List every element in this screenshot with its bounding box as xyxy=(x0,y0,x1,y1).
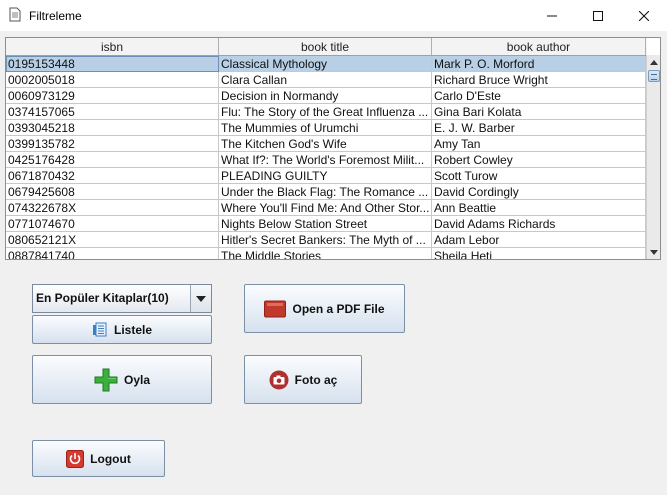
cell-author[interactable]: Robert Cowley xyxy=(432,152,646,168)
cell-isbn[interactable]: 0393045218 xyxy=(6,120,219,136)
logout-label: Logout xyxy=(90,451,131,466)
table-row[interactable]: 0887841740 The Middle Stories Sheila Het… xyxy=(6,248,646,259)
cell-author[interactable]: Adam Lebor xyxy=(432,232,646,248)
cell-author[interactable]: Ann Beattie xyxy=(432,200,646,216)
cell-author[interactable]: David Cordingly xyxy=(432,184,646,200)
cell-author[interactable]: Gina Bari Kolata xyxy=(432,104,646,120)
cell-title[interactable]: Nights Below Station Street xyxy=(219,216,432,232)
cell-author[interactable]: Sheila Heti xyxy=(432,248,646,259)
cell-isbn[interactable]: 080652121X xyxy=(6,232,219,248)
table-row[interactable]: 0060973129 Decision in Normandy Carlo D'… xyxy=(6,88,646,104)
power-icon xyxy=(66,449,85,468)
maximize-button[interactable] xyxy=(575,0,621,31)
scroll-down-button[interactable] xyxy=(647,245,660,259)
cell-isbn[interactable]: 0002005018 xyxy=(6,72,219,88)
table-row[interactable]: 0771074670 Nights Below Station Street D… xyxy=(6,216,646,232)
cell-isbn[interactable]: 0060973129 xyxy=(6,88,219,104)
cell-title[interactable]: The Mummies of Urumchi xyxy=(219,120,432,136)
minimize-button[interactable] xyxy=(529,0,575,31)
cell-author[interactable]: Scott Turow xyxy=(432,168,646,184)
table-row[interactable]: 0425176428 What If?: The World's Foremos… xyxy=(6,152,646,168)
cell-title[interactable]: Hitler's Secret Bankers: The Myth of ... xyxy=(219,232,432,248)
table-row[interactable]: 0399135782 The Kitchen God's Wife Amy Ta… xyxy=(6,136,646,152)
cell-isbn[interactable]: 0671870432 xyxy=(6,168,219,184)
vertical-scrollbar[interactable] xyxy=(646,55,660,259)
cell-title[interactable]: Clara Callan xyxy=(219,72,432,88)
open-pdf-button[interactable]: Open a PDF File xyxy=(244,284,405,333)
table-header: isbn book title book author xyxy=(6,38,647,56)
chevron-down-icon xyxy=(650,249,658,255)
cell-title[interactable]: Classical Mythology xyxy=(219,56,432,72)
cell-author[interactable]: Amy Tan xyxy=(432,136,646,152)
cell-isbn[interactable]: 0195153448 xyxy=(6,56,219,72)
books-table[interactable]: isbn book title book author 0195153448 C… xyxy=(5,37,661,260)
cell-author[interactable]: Carlo D'Este xyxy=(432,88,646,104)
table-row[interactable]: 0374157065 Flu: The Story of the Great I… xyxy=(6,104,646,120)
table-body: 0195153448 Classical Mythology Mark P. O… xyxy=(6,56,646,259)
column-header-title[interactable]: book title xyxy=(219,38,432,55)
table-row[interactable]: 080652121X Hitler's Secret Bankers: The … xyxy=(6,232,646,248)
cell-title[interactable]: The Kitchen God's Wife xyxy=(219,136,432,152)
cell-author[interactable]: E. J. W. Barber xyxy=(432,120,646,136)
title-bar: Filtreleme xyxy=(0,0,667,31)
document-icon xyxy=(9,7,21,22)
open-pdf-label: Open a PDF File xyxy=(292,301,385,316)
cell-title[interactable]: Flu: The Story of the Great Influenza ..… xyxy=(219,104,432,120)
cell-isbn[interactable]: 0679425608 xyxy=(6,184,219,200)
table-row[interactable]: 0393045218 The Mummies of Urumchi E. J. … xyxy=(6,120,646,136)
plus-icon xyxy=(94,368,118,392)
cell-title[interactable]: The Middle Stories xyxy=(219,248,432,259)
combobox-value: En Popüler Kitaplar(10) xyxy=(36,291,169,305)
foto-ac-label: Foto aç xyxy=(294,372,338,387)
table-row[interactable]: 0002005018 Clara Callan Richard Bruce Wr… xyxy=(6,72,646,88)
column-header-isbn[interactable]: isbn xyxy=(6,38,219,55)
minimize-icon xyxy=(547,15,557,16)
oyla-label: Oyla xyxy=(123,372,150,387)
cell-isbn[interactable]: 0887841740 xyxy=(6,248,219,259)
scroll-thumb[interactable] xyxy=(648,70,660,82)
cell-title[interactable]: Decision in Normandy xyxy=(219,88,432,104)
table-row[interactable]: 0679425608 Under the Black Flag: The Rom… xyxy=(6,184,646,200)
camera-icon xyxy=(269,370,289,390)
foto-ac-button[interactable]: Foto aç xyxy=(244,355,362,404)
pdf-icon xyxy=(264,300,287,318)
maximize-icon xyxy=(593,10,603,21)
logout-button[interactable]: Logout xyxy=(32,440,165,477)
cell-isbn[interactable]: 0374157065 xyxy=(6,104,219,120)
chevron-down-icon xyxy=(196,295,206,302)
cell-author[interactable]: David Adams Richards xyxy=(432,216,646,232)
cell-title[interactable]: Under the Black Flag: The Romance ... xyxy=(219,184,432,200)
close-icon xyxy=(639,10,649,21)
cell-isbn[interactable]: 074322678X xyxy=(6,200,219,216)
cell-author[interactable]: Mark P. O. Morford xyxy=(432,56,646,72)
list-icon xyxy=(92,322,108,338)
cell-title[interactable]: PLEADING GUILTY xyxy=(219,168,432,184)
list-filter-combobox[interactable]: En Popüler Kitaplar(10) xyxy=(32,284,212,313)
table-row[interactable]: 074322678X Where You'll Find Me: And Oth… xyxy=(6,200,646,216)
cell-title[interactable]: Where You'll Find Me: And Other Stor... xyxy=(219,200,432,216)
close-button[interactable] xyxy=(621,0,667,31)
scroll-up-button[interactable] xyxy=(647,55,660,69)
listele-label: Listele xyxy=(113,322,152,337)
table-row[interactable]: 0195153448 Classical Mythology Mark P. O… xyxy=(6,56,646,72)
cell-isbn[interactable]: 0399135782 xyxy=(6,136,219,152)
table-row[interactable]: 0671870432 PLEADING GUILTY Scott Turow xyxy=(6,168,646,184)
cell-isbn[interactable]: 0425176428 xyxy=(6,152,219,168)
cell-title[interactable]: What If?: The World's Foremost Milit... xyxy=(219,152,432,168)
combobox-dropdown-button[interactable] xyxy=(190,285,211,312)
oyla-button[interactable]: Oyla xyxy=(32,355,212,404)
cell-isbn[interactable]: 0771074670 xyxy=(6,216,219,232)
cell-author[interactable]: Richard Bruce Wright xyxy=(432,72,646,88)
chevron-up-icon xyxy=(650,59,658,65)
listele-button[interactable]: Listele xyxy=(32,315,212,344)
column-header-author[interactable]: book author xyxy=(432,38,646,55)
window-title: Filtreleme xyxy=(29,9,82,23)
